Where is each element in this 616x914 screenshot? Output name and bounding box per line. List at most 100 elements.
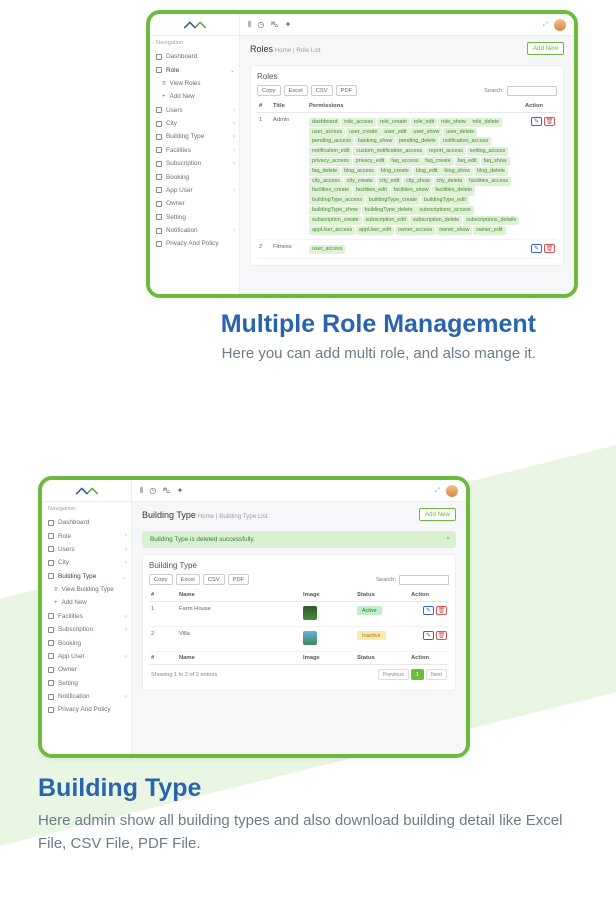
sidebar-item-privacy[interactable]: Privacy And Policy (42, 703, 131, 716)
expand-icon[interactable]: ⤢ (543, 21, 548, 29)
sidebar-item-building-type[interactable]: Building Type‹ (150, 130, 239, 143)
car-icon[interactable]: ⛍ (162, 486, 170, 496)
permission-tag: privacy_access (309, 157, 352, 166)
search-input[interactable] (399, 575, 449, 585)
chart-icon[interactable]: ⫴ (248, 20, 251, 30)
edit-button[interactable]: ✎ (531, 244, 542, 253)
sidebar-item-setting[interactable]: Setting (150, 211, 239, 224)
csv-button[interactable]: CSV (203, 574, 225, 585)
delete-button[interactable]: 🗑 (436, 606, 447, 615)
add-new-button[interactable]: Add New (527, 42, 564, 55)
sidebar-item-facilities[interactable]: Facilities‹ (42, 610, 131, 623)
sidebar-item-facilities[interactable]: Facilities‹ (150, 144, 239, 157)
sidebar-item-booking[interactable]: Booking (150, 170, 239, 183)
sidebar-item-view-building-type[interactable]: ≡View Building Type (42, 583, 131, 596)
sidebar-item-dashboard[interactable]: Dashboard (42, 516, 131, 529)
pdf-button[interactable]: PDF (228, 574, 250, 585)
delete-button[interactable]: 🗑 (544, 117, 555, 126)
edit-button[interactable]: ✎ (423, 631, 434, 640)
sidebar-item-owner[interactable]: Owner (150, 197, 239, 210)
sidebar-item-setting[interactable]: Setting (42, 677, 131, 690)
star-icon[interactable]: ✦ (285, 20, 292, 30)
permission-tag: faq_delete (309, 167, 340, 176)
sidebar-item-users[interactable]: Users‹ (150, 104, 239, 117)
copy-button[interactable]: Copy (149, 574, 173, 585)
sidebar-item-app-user[interactable]: App User‹ (42, 650, 131, 663)
search-label: Search: (376, 577, 396, 583)
row-image (301, 602, 355, 627)
copy-button[interactable]: Copy (257, 85, 281, 96)
row-actions: ✎🗑 (409, 627, 449, 652)
permission-tag: setting_access (467, 147, 509, 156)
permission-tag: blog_create (378, 167, 412, 176)
car-icon[interactable]: ⛍ (270, 20, 278, 30)
excel-button[interactable]: Excel (176, 574, 200, 585)
sidebar-item-booking[interactable]: Booking (42, 636, 131, 649)
sidebar-item-view-roles[interactable]: ≡View Roles (150, 77, 239, 90)
sidebar-item-building-type[interactable]: Building Type⌄ (42, 570, 131, 583)
subscription-icon (48, 627, 54, 633)
building-icon (48, 573, 54, 579)
gear-icon (156, 214, 162, 220)
permission-tag: city_delete (434, 177, 466, 186)
chevron-icon: ‹ (233, 148, 235, 154)
caption-title: Multiple Role Management (0, 310, 536, 339)
page-next[interactable]: Next (426, 669, 447, 680)
avatar[interactable] (446, 485, 458, 497)
clock-icon[interactable]: ◷ (149, 486, 156, 496)
permission-tag: buildingType_show (309, 206, 361, 215)
chevron-icon: ‹ (233, 228, 235, 234)
edit-button[interactable]: ✎ (531, 117, 542, 126)
excel-button[interactable]: Excel (284, 85, 308, 96)
sidebar-item-subscription[interactable]: Subscription‹ (42, 623, 131, 636)
chevron-icon: ‹ (233, 161, 235, 167)
permission-tag: owner_access (395, 226, 435, 235)
search-input[interactable] (507, 86, 557, 96)
sidebar-item-dashboard[interactable]: Dashboard (150, 50, 239, 63)
sidebar-item-role[interactable]: Role‹ (42, 529, 131, 542)
sidebar-item-add-new[interactable]: +Add New (42, 596, 131, 609)
col-image: Image (301, 589, 355, 602)
avatar[interactable] (554, 19, 566, 31)
sidebar-item-app-user[interactable]: App User‹ (150, 184, 239, 197)
star-icon[interactable]: ✦ (177, 486, 184, 496)
clock-icon[interactable]: ◷ (257, 20, 264, 30)
permission-tag: role_show (438, 118, 469, 127)
facilities-icon (156, 147, 162, 153)
users-icon (156, 107, 162, 113)
sidebar-item-notification[interactable]: Notification‹ (150, 224, 239, 237)
sidebar-item-notification[interactable]: Notification‹ (42, 690, 131, 703)
section-bt-caption: Building Type Here admin show all buildi… (38, 774, 578, 856)
permission-tag: subscription_delete (410, 216, 462, 225)
permission-tag: blog_edit (413, 167, 441, 176)
chart-icon[interactable]: ⫴ (140, 486, 143, 496)
roles-panel: Roles Copy Excel CSV PDF Search: # Title… (250, 65, 564, 266)
chevron-down-icon: ⌄ (122, 574, 127, 581)
delete-button[interactable]: 🗑 (436, 631, 447, 640)
sidebar-item-owner[interactable]: Owner (42, 663, 131, 676)
caption-title: Building Type (38, 774, 578, 803)
sidebar-item-users[interactable]: Users‹ (42, 543, 131, 556)
pdf-button[interactable]: PDF (336, 85, 358, 96)
page-title: Building Type (142, 510, 196, 520)
sidebar-item-city[interactable]: City‹ (42, 556, 131, 569)
page-1[interactable]: 1 (411, 669, 424, 680)
page-prev[interactable]: Previous (378, 669, 409, 680)
csv-button[interactable]: CSV (311, 85, 333, 96)
sidebar-item-add-new[interactable]: +Add New (150, 90, 239, 103)
permission-tag: blog_delete (474, 167, 508, 176)
permission-tag: appUser_edit (356, 226, 394, 235)
sidebar-item-city[interactable]: City‹ (150, 117, 239, 130)
sidebar-item-subscription[interactable]: Subscription‹ (150, 157, 239, 170)
sidebar-item-privacy[interactable]: Privacy And Policy (150, 237, 239, 250)
edit-button[interactable]: ✎ (423, 606, 434, 615)
add-new-button[interactable]: Add New (419, 508, 456, 521)
nav-heading: Navigation (150, 36, 239, 50)
expand-icon[interactable]: ⤢ (435, 487, 440, 495)
row-title: Admin (271, 113, 307, 240)
caption-desc: Here you can add multi role, and also ma… (0, 345, 536, 362)
close-icon[interactable]: × (446, 535, 450, 542)
sidebar-item-role[interactable]: Role⌄ (150, 63, 239, 76)
delete-button[interactable]: 🗑 (544, 244, 555, 253)
role-icon (48, 533, 54, 539)
